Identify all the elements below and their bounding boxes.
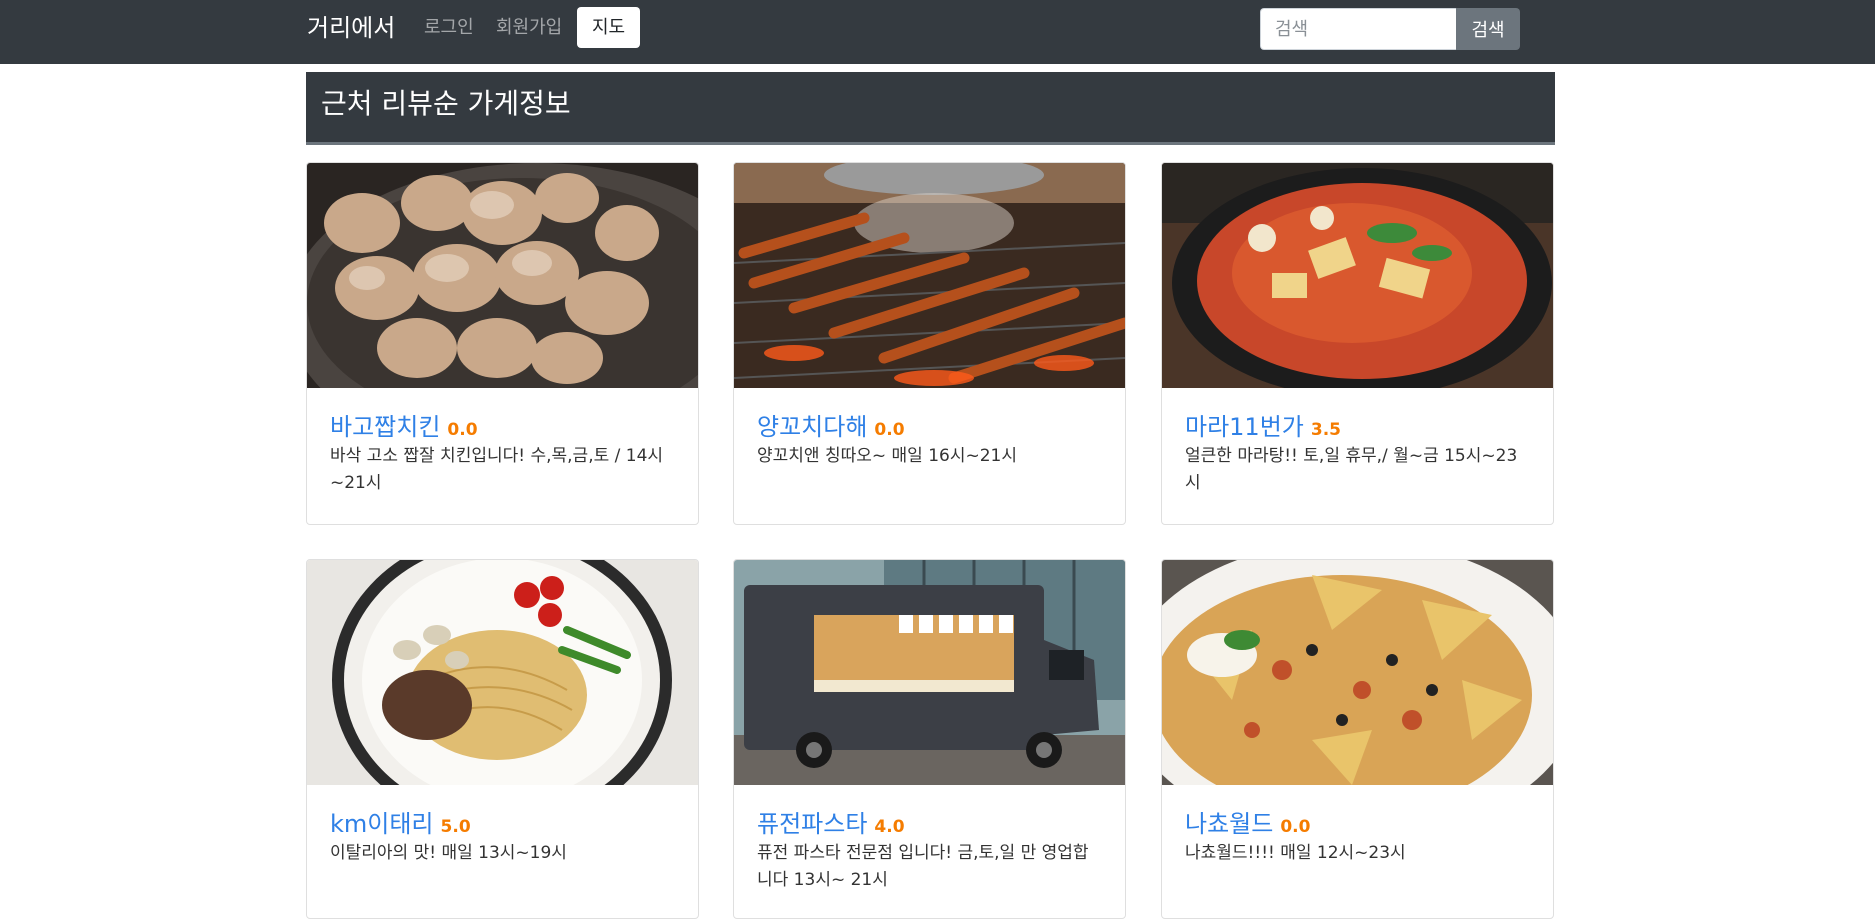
store-name-link[interactable]: km이태리 [330, 810, 434, 838]
card-title: 퓨전파스타 4.0 [757, 809, 1102, 839]
card-title: km이태리 5.0 [330, 809, 675, 839]
food-truck-image[interactable] [734, 560, 1125, 785]
store-card[interactable]: 나쵸월드 0.0 나쵸월드!!!! 매일 12시~23시 [1161, 559, 1554, 919]
store-card[interactable]: 마라11번가 3.5 얼큰한 마라탕!! 토,일 휴무,/ 월~금 15시~23시 [1161, 162, 1554, 525]
store-name-link[interactable]: 양꼬치다해 [757, 413, 867, 441]
store-name-link[interactable]: 바고짭치킨 [330, 413, 440, 441]
top-navbar: 거리에서 로그인 회원가입 지도 검색 [0, 0, 1875, 64]
card-body: 양꼬치다해 0.0 양꼬치앤 칭따오~ 매일 16시~21시 [734, 388, 1125, 488]
card-title: 양꼬치다해 0.0 [757, 412, 1102, 442]
rating-score: 5.0 [440, 817, 471, 837]
card-title: 바고짭치킨 0.0 [330, 412, 675, 442]
rating-score: 4.0 [874, 817, 905, 837]
nachos-image[interactable] [1162, 560, 1553, 785]
card-body: 마라11번가 3.5 얼큰한 마라탕!! 토,일 휴무,/ 월~금 15시~23시 [1162, 388, 1553, 515]
store-card[interactable]: 퓨전파스타 4.0 퓨전 파스타 전문점 입니다! 금,토,일 만 영업합니다 1… [733, 559, 1126, 919]
section-title: 근처 리뷰순 가게정보 [321, 87, 571, 120]
store-name-link[interactable]: 나쵸월드 [1185, 810, 1273, 838]
card-body: 바고짭치킨 0.0 바삭 고소 짭잘 치킨입니다! 수,목,금,토 / 14시~2… [307, 388, 698, 515]
fried-chicken-image[interactable] [307, 163, 698, 388]
section-header: 근처 리뷰순 가게정보 [306, 72, 1555, 145]
malatang-image[interactable] [1162, 163, 1553, 388]
store-card[interactable]: 바고짭치킨 0.0 바삭 고소 짭잘 치킨입니다! 수,목,금,토 / 14시~2… [306, 162, 699, 525]
store-description: 바삭 고소 짭잘 치킨입니다! 수,목,금,토 / 14시~21시 [330, 446, 664, 493]
brand-logo[interactable]: 거리에서 [307, 13, 395, 43]
store-description: 나쵸월드!!!! 매일 12시~23시 [1185, 843, 1406, 863]
card-title: 마라11번가 3.5 [1185, 412, 1530, 442]
login-link[interactable]: 로그인 [424, 16, 474, 40]
store-card[interactable]: 양꼬치다해 0.0 양꼬치앤 칭따오~ 매일 16시~21시 [733, 162, 1126, 525]
rating-score: 0.0 [447, 420, 478, 440]
card-body: 나쵸월드 0.0 나쵸월드!!!! 매일 12시~23시 [1162, 785, 1553, 885]
rating-score: 0.0 [874, 420, 905, 440]
store-description: 얼큰한 마라탕!! 토,일 휴무,/ 월~금 15시~23시 [1185, 446, 1518, 493]
store-name-link[interactable]: 퓨전파스타 [757, 810, 867, 838]
search-button[interactable]: 검색 [1456, 8, 1520, 50]
store-description: 퓨전 파스타 전문점 입니다! 금,토,일 만 영업합니다 13시~ 21시 [757, 843, 1089, 890]
spaghetti-image[interactable] [307, 560, 698, 785]
lamb-skewers-image[interactable] [734, 163, 1125, 388]
rating-score: 0.0 [1280, 817, 1311, 837]
store-name-link[interactable]: 마라11번가 [1185, 413, 1304, 441]
search-input[interactable] [1260, 8, 1456, 50]
store-card[interactable]: km이태리 5.0 이탈리아의 맛! 매일 13시~19시 [306, 559, 699, 919]
rating-score: 3.5 [1310, 420, 1341, 440]
card-title: 나쵸월드 0.0 [1185, 809, 1530, 839]
card-body: 퓨전파스타 4.0 퓨전 파스타 전문점 입니다! 금,토,일 만 영업합니다 1… [734, 785, 1125, 912]
store-description: 양꼬치앤 칭따오~ 매일 16시~21시 [757, 446, 1018, 466]
map-button[interactable]: 지도 [577, 7, 640, 48]
store-description: 이탈리아의 맛! 매일 13시~19시 [330, 843, 567, 863]
card-body: km이태리 5.0 이탈리아의 맛! 매일 13시~19시 [307, 785, 698, 885]
signup-link[interactable]: 회원가입 [496, 16, 562, 40]
